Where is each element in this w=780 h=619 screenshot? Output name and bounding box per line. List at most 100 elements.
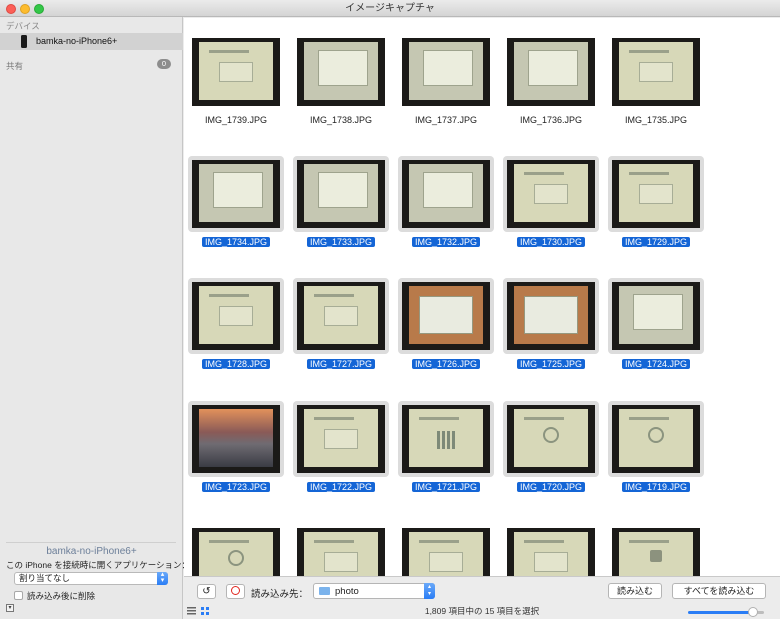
shared-section-header[interactable]: 共有	[6, 60, 23, 72]
title-bar: イメージキャプチャ	[0, 0, 780, 17]
rotate-button[interactable]: ↺	[197, 584, 216, 599]
photo-thumbnail[interactable]	[503, 156, 599, 232]
photo-item[interactable]	[293, 524, 393, 576]
photo-thumbnail[interactable]	[293, 34, 389, 110]
chevron-updown-icon: ▴ ▾	[157, 571, 168, 585]
photo-item[interactable]: IMG_1721.JPG	[398, 401, 498, 521]
photo-item[interactable]: IMG_1727.JPG	[293, 278, 393, 398]
delete-button[interactable]	[226, 584, 245, 599]
photo-thumbnail[interactable]	[503, 524, 599, 576]
photo-item[interactable]: IMG_1728.JPG	[188, 278, 288, 398]
photo-filename-text: IMG_1721.JPG	[411, 482, 481, 492]
photo-thumbnail[interactable]	[608, 524, 704, 576]
photo-image	[612, 38, 700, 106]
thumbnail-size-slider[interactable]	[688, 611, 753, 614]
open-app-select[interactable]: 割り当てなし ▴ ▾	[14, 571, 168, 585]
photo-grid[interactable]: IMG_1739.JPG IMG_1738.JPG IMG_1737.JPG IMG_…	[184, 18, 780, 576]
photo-thumbnail[interactable]	[503, 401, 599, 477]
photo-filename-text: IMG_1733.JPG	[306, 237, 376, 247]
device-name-label: bamka-no-iPhone6+	[36, 36, 118, 46]
photo-filename: IMG_1730.JPG	[503, 237, 599, 247]
photo-item[interactable]: IMG_1730.JPG	[503, 156, 603, 276]
photo-item[interactable]: IMG_1737.JPG	[398, 34, 498, 154]
photo-thumbnail[interactable]	[503, 278, 599, 354]
import-destination-select[interactable]: photo ▴ ▾	[313, 583, 435, 599]
photo-item[interactable]	[188, 524, 288, 576]
photo-filename: IMG_1723.JPG	[188, 482, 284, 492]
photo-item[interactable]: IMG_1732.JPG	[398, 156, 498, 276]
photo-item[interactable]	[398, 524, 498, 576]
photo-content	[304, 532, 378, 576]
photo-thumbnail[interactable]	[398, 524, 494, 576]
photo-item[interactable]: IMG_1722.JPG	[293, 401, 393, 521]
photo-filename: IMG_1736.JPG	[503, 115, 599, 125]
photo-item[interactable]: IMG_1725.JPG	[503, 278, 603, 398]
photo-thumbnail[interactable]	[608, 156, 704, 232]
photo-item[interactable]: IMG_1726.JPG	[398, 278, 498, 398]
photo-content	[514, 409, 588, 467]
photo-thumbnail[interactable]	[188, 278, 284, 354]
photo-image	[507, 528, 595, 576]
photo-image	[297, 38, 385, 106]
thumbnail-size-slider-knob[interactable]	[747, 607, 758, 617]
photo-thumbnail[interactable]	[608, 278, 704, 354]
photo-item[interactable]: IMG_1739.JPG	[188, 34, 288, 154]
photo-thumbnail[interactable]	[398, 156, 494, 232]
photo-content	[619, 42, 693, 100]
photo-filename: IMG_1721.JPG	[398, 482, 494, 492]
photo-thumbnail[interactable]	[293, 156, 389, 232]
photo-filename-text: IMG_1727.JPG	[306, 359, 376, 369]
photo-content	[409, 532, 483, 576]
photo-item[interactable]: IMG_1736.JPG	[503, 34, 603, 154]
close-window-button[interactable]	[6, 4, 16, 14]
photo-thumbnail[interactable]	[188, 156, 284, 232]
photo-item[interactable]: IMG_1729.JPG	[608, 156, 708, 276]
photo-image	[192, 528, 280, 576]
photo-thumbnail[interactable]	[293, 278, 389, 354]
photo-item[interactable]: IMG_1723.JPG	[188, 401, 288, 521]
photo-item[interactable]: IMG_1734.JPG	[188, 156, 288, 276]
delete-after-import-checkbox[interactable]	[14, 591, 23, 600]
sidebar: デバイス bamka-no-iPhone6+ 共有 0 bamka-no-iPh…	[0, 17, 190, 619]
photo-content	[409, 286, 483, 344]
photo-filename-text: IMG_1736.JPG	[519, 115, 583, 125]
panel-toggle-icon[interactable]: ▾	[6, 604, 14, 612]
open-app-value: 割り当てなし	[19, 573, 71, 583]
photo-item[interactable]: IMG_1724.JPG	[608, 278, 708, 398]
photo-item[interactable]: IMG_1738.JPG	[293, 34, 393, 154]
photo-thumbnail[interactable]	[188, 34, 284, 110]
photo-item[interactable]	[608, 524, 708, 576]
sidebar-item-device[interactable]: bamka-no-iPhone6+	[0, 33, 183, 50]
photo-thumbnail[interactable]	[293, 401, 389, 477]
window-title: イメージキャプチャ	[345, 3, 435, 14]
photo-thumbnail[interactable]	[398, 278, 494, 354]
photo-thumbnail[interactable]	[398, 34, 494, 110]
photo-image	[192, 38, 280, 106]
photo-filename-text: IMG_1724.JPG	[621, 359, 691, 369]
photo-thumbnail[interactable]	[608, 34, 704, 110]
photo-thumbnail[interactable]	[608, 401, 704, 477]
photo-thumbnail[interactable]	[398, 401, 494, 477]
photo-image	[507, 160, 595, 228]
photo-item[interactable]	[503, 524, 603, 576]
import-button[interactable]: 読み込む	[608, 583, 662, 599]
photo-filename: IMG_1725.JPG	[503, 359, 599, 369]
photo-filename-text: IMG_1728.JPG	[201, 359, 271, 369]
photo-filename-text: IMG_1730.JPG	[516, 237, 586, 247]
photo-item[interactable]: IMG_1735.JPG	[608, 34, 708, 154]
photo-thumbnail[interactable]	[503, 34, 599, 110]
minimize-window-button[interactable]	[20, 4, 30, 14]
photo-filename-text: IMG_1734.JPG	[201, 237, 271, 247]
photo-filename: IMG_1729.JPG	[608, 237, 704, 247]
photo-image	[402, 282, 490, 350]
photo-filename-text: IMG_1723.JPG	[201, 482, 271, 492]
photo-item[interactable]: IMG_1720.JPG	[503, 401, 603, 521]
photo-thumbnail[interactable]	[188, 401, 284, 477]
photo-thumbnail[interactable]	[188, 524, 284, 576]
zoom-window-button[interactable]	[34, 4, 44, 14]
photo-item[interactable]: IMG_1733.JPG	[293, 156, 393, 276]
photo-filename: IMG_1738.JPG	[293, 115, 389, 125]
photo-thumbnail[interactable]	[293, 524, 389, 576]
import-all-button[interactable]: すべてを読み込む	[672, 583, 766, 599]
photo-item[interactable]: IMG_1719.JPG	[608, 401, 708, 521]
